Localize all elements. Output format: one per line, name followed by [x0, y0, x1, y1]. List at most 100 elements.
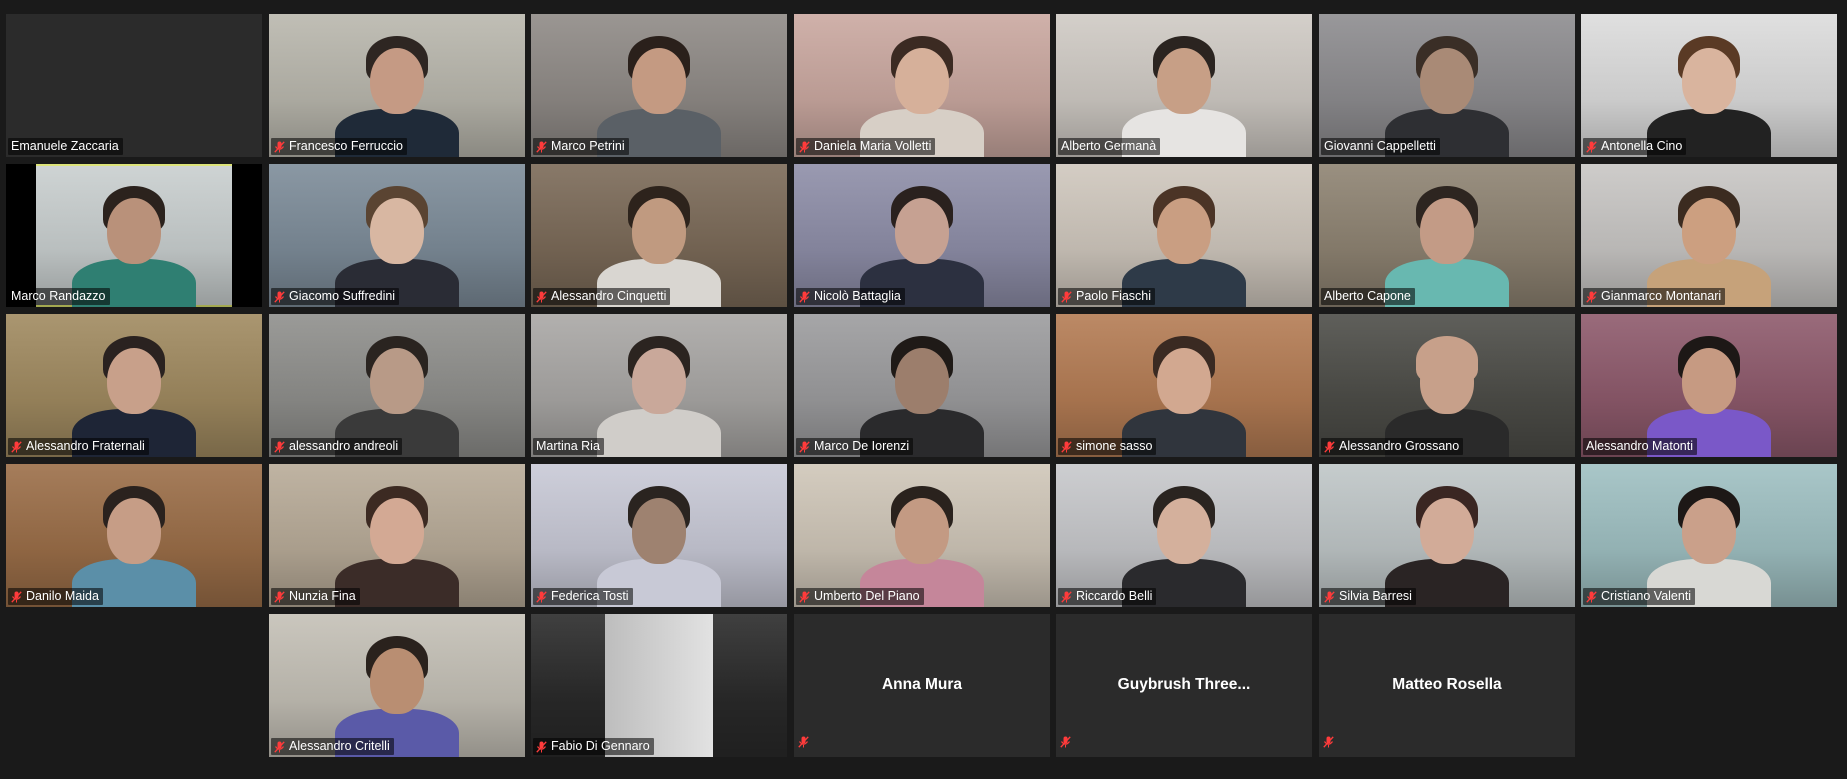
participant-name: Giovanni Cappelletti	[1324, 139, 1436, 153]
person-face	[1157, 198, 1211, 264]
participant-tile[interactable]: Alessandro Grossano	[1319, 314, 1575, 457]
participant-display-name: Anna Mura	[881, 676, 963, 693]
person-face	[895, 48, 949, 114]
participant-video	[1581, 164, 1837, 307]
muted-mic-icon	[274, 290, 285, 303]
participant-tile[interactable]: Silvia Barresi	[1319, 464, 1575, 607]
participant-tile[interactable]: Anna Mura	[794, 614, 1050, 757]
participant-name-tag: Alessandro Critelli	[271, 738, 394, 755]
participant-video	[269, 14, 525, 157]
participant-tile[interactable]: Umberto Del Piano	[794, 464, 1050, 607]
participant-name: Alberto Germanà	[1061, 139, 1157, 153]
participant-name: Alessandro Grossano	[1339, 439, 1460, 453]
participant-tile[interactable]: simone sasso	[1056, 314, 1312, 457]
participant-name-tag: Fabio Di Gennaro	[533, 738, 654, 755]
participant-tile[interactable]: Fabio Di Gennaro	[531, 614, 787, 757]
participant-name: Nunzia Fina	[289, 589, 356, 603]
muted-mic-icon	[1061, 440, 1072, 453]
participant-name: Alessandro Critelli	[289, 739, 390, 753]
participant-video	[794, 164, 1050, 307]
participant-name: Danilo Maida	[26, 589, 99, 603]
participant-tile[interactable]: Francesco Ferruccio	[269, 14, 525, 157]
participant-name: Francesco Ferruccio	[289, 139, 403, 153]
participant-video	[1319, 314, 1575, 457]
participant-video	[794, 14, 1050, 157]
muted-mic-icon	[536, 290, 547, 303]
participant-tile[interactable]: Alberto Germanà	[1056, 14, 1312, 157]
participant-video	[1581, 314, 1837, 457]
participant-tile[interactable]: Matteo Rosella	[1319, 614, 1575, 757]
participant-tile[interactable]: Antonella Cino	[1581, 14, 1837, 157]
muted-mic-icon	[274, 140, 285, 153]
participant-name: simone sasso	[1076, 439, 1153, 453]
participant-name-tag: Daniela Maria Volletti	[796, 138, 936, 155]
participant-tile[interactable]: Alessandro Cinquetti	[531, 164, 787, 307]
person-face	[1682, 48, 1736, 114]
participant-name-tag: Alessandro Matonti	[1583, 438, 1698, 455]
participant-name-tag: Alberto Capone	[1321, 288, 1415, 305]
participant-video	[531, 614, 787, 757]
participant-tile[interactable]: alessandro andreoli	[269, 314, 525, 457]
participant-tile[interactable]: Emanuele Zaccaria	[6, 14, 262, 157]
participant-tile[interactable]: Marco Petrini	[531, 14, 787, 157]
person-face	[1682, 498, 1736, 564]
participant-display-name: Matteo Rosella	[1392, 676, 1502, 693]
participant-tile[interactable]: Guybrush Three...	[1056, 614, 1312, 757]
participant-name-tag: Antonella Cino	[1583, 138, 1687, 155]
participant-tile[interactable]: Gianmarco Montanari	[1581, 164, 1837, 307]
participant-tile[interactable]: Federica Tosti	[531, 464, 787, 607]
participant-name: Fabio Di Gennaro	[551, 739, 650, 753]
participant-video	[1319, 14, 1575, 157]
participant-tile[interactable]: Giovanni Cappelletti	[1319, 14, 1575, 157]
participant-tile[interactable]: Cristiano Valenti	[1581, 464, 1837, 607]
participant-tile[interactable]: Alberto Capone	[1319, 164, 1575, 307]
participant-name: Silvia Barresi	[1339, 589, 1412, 603]
participant-name-tag: Alessandro Cinquetti	[533, 288, 671, 305]
participant-name: Daniela Maria Volletti	[814, 139, 932, 153]
person-face	[370, 348, 424, 414]
person-face	[1420, 348, 1474, 414]
participant-tile[interactable]: Daniela Maria Volletti	[794, 14, 1050, 157]
participant-tile[interactable]: Alessandro Critelli	[269, 614, 525, 757]
muted-mic-icon	[799, 440, 810, 453]
participant-name: Antonella Cino	[1601, 139, 1683, 153]
muted-mic-icon	[799, 290, 810, 303]
participant-name: Alessandro Matonti	[1586, 439, 1694, 453]
participant-tile[interactable]: Marco De Iorenzi	[794, 314, 1050, 457]
participant-tile[interactable]: Danilo Maida	[6, 464, 262, 607]
participant-tile[interactable]: Paolo Fiaschi	[1056, 164, 1312, 307]
participant-tile[interactable]: Nicolò Battaglia	[794, 164, 1050, 307]
participant-name: Giacomo Suffredini	[289, 289, 396, 303]
participant-video	[531, 164, 787, 307]
muted-mic-icon	[536, 140, 547, 153]
participant-name-tag: Silvia Barresi	[1321, 588, 1416, 605]
participant-video	[1056, 164, 1312, 307]
participant-name-tag: Paolo Fiaschi	[1058, 288, 1156, 305]
participant-name-tag: Alessandro Grossano	[1321, 438, 1464, 455]
participant-name: Marco Petrini	[551, 139, 625, 153]
participant-tile[interactable]: Giacomo Suffredini	[269, 164, 525, 307]
participant-video	[1581, 14, 1837, 157]
participant-tile[interactable]: Marco Randazzo	[6, 164, 262, 307]
participant-name: Nicolò Battaglia	[814, 289, 901, 303]
person-face	[107, 498, 161, 564]
participant-tile[interactable]: Alessandro Fraternali	[6, 314, 262, 457]
muted-mic-icon	[274, 740, 285, 753]
participant-video	[6, 164, 262, 307]
participant-name: Emanuele Zaccaria	[11, 139, 119, 153]
muted-mic-icon	[1060, 736, 1071, 748]
muted-mic-icon	[1061, 590, 1072, 603]
participant-tile[interactable]: Riccardo Belli	[1056, 464, 1312, 607]
participant-name-tag: alessandro andreoli	[271, 438, 403, 455]
participant-name: Alessandro Fraternali	[26, 439, 145, 453]
participant-video	[794, 464, 1050, 607]
participant-video	[6, 314, 262, 457]
participant-name-tag: Federica Tosti	[533, 588, 633, 605]
participant-tile[interactable]: Martina Ria	[531, 314, 787, 457]
participant-tile[interactable]: Nunzia Fina	[269, 464, 525, 607]
participant-tile[interactable]: Alessandro Matonti	[1581, 314, 1837, 457]
muted-mic-icon	[536, 590, 547, 603]
participant-name: Cristiano Valenti	[1601, 589, 1692, 603]
participant-name-tag: Giovanni Cappelletti	[1321, 138, 1440, 155]
muted-mic-icon	[1324, 590, 1335, 603]
